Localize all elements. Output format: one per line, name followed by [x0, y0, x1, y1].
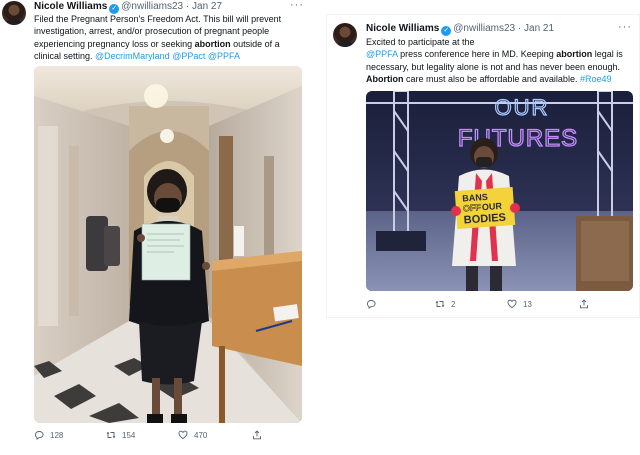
like-button[interactable]: 470 — [178, 430, 207, 440]
tweet-text: Filed the Pregnant Person's Freedom Act.… — [34, 13, 292, 62]
heart-icon — [178, 430, 188, 440]
hallway-photo-illustration — [34, 66, 302, 423]
neon-sign-line1: OUR — [495, 95, 550, 120]
more-options-icon[interactable]: ··· — [618, 21, 632, 33]
verified-badge-icon: ✓ — [441, 26, 452, 36]
tweet-actions: 2 13 — [366, 299, 633, 313]
author-name[interactable]: Nicole Williams — [366, 23, 439, 34]
like-count: 470 — [194, 430, 208, 440]
author-handle[interactable]: @nwilliams23 — [121, 1, 183, 12]
tweet-text-bold: abortion — [194, 38, 231, 49]
mention-link[interactable]: @PPFA — [366, 49, 398, 59]
mention-link[interactable]: @PPFA — [208, 51, 240, 61]
reply-button[interactable] — [366, 299, 376, 309]
share-icon — [580, 299, 588, 309]
more-options-icon[interactable]: ··· — [290, 0, 304, 11]
tweet-text-part: press conference here in MD. Keeping — [397, 49, 557, 60]
mention-link[interactable]: @DecrimMaryland — [95, 51, 170, 61]
tweet-text: Excited to participate at the @PPFA pres… — [366, 36, 631, 85]
press-conference-photo-illustration: OUR FUTURES BANS OFF OUR BODIES — [366, 91, 633, 291]
author-handle[interactable]: @nwilliams23 — [453, 23, 515, 34]
retweet-count: 154 — [122, 430, 136, 440]
retweet-button[interactable]: 154 — [106, 430, 135, 440]
retweet-icon — [106, 431, 116, 439]
tweet-header: Nicole Williams ✓ @nwilliams23 · Jan 21 — [366, 23, 554, 36]
retweet-icon — [435, 300, 445, 308]
mention-link[interactable]: @PPact — [172, 51, 205, 61]
hashtag-link[interactable]: #Roe49 — [580, 74, 612, 84]
avatar[interactable] — [333, 23, 357, 47]
like-count: 13 — [523, 299, 532, 309]
separator-dot: · — [517, 23, 522, 34]
separator-dot: · — [185, 1, 190, 12]
tweet-card[interactable]: Nicole Williams ✓ @nwilliams23 · Jan 27 ··… — [0, 0, 312, 455]
tweet-text-bold: Abortion — [366, 73, 404, 84]
avatar[interactable] — [2, 1, 26, 25]
tweet-card[interactable]: Nicole Williams ✓ @nwilliams23 · Jan 21 ··… — [326, 14, 640, 318]
heart-icon — [507, 299, 517, 309]
tweet-text-part: care must also be affordable and availab… — [403, 73, 580, 84]
tweet-text-bold: abortion — [556, 49, 593, 60]
retweet-button[interactable]: 2 — [435, 299, 455, 309]
reply-icon — [367, 300, 376, 309]
share-icon — [253, 430, 261, 440]
reply-icon — [35, 431, 44, 440]
placard-text-3: OUR — [482, 201, 503, 212]
retweet-count: 2 — [451, 299, 456, 309]
author-name[interactable]: Nicole Williams — [34, 1, 107, 12]
placard-text-2: OFF — [463, 202, 482, 213]
like-button[interactable]: 13 — [507, 299, 532, 309]
tweet-date[interactable]: Jan 27 — [192, 1, 222, 12]
tweet-photo[interactable]: OUR FUTURES BANS OFF OUR BODIES — [366, 91, 633, 291]
share-button[interactable] — [252, 430, 262, 440]
tweet-text-part: Excited to participate at the — [366, 37, 475, 47]
tweet-photo[interactable] — [34, 66, 302, 423]
reply-count: 128 — [50, 430, 64, 440]
reply-button[interactable]: 128 — [34, 430, 63, 440]
tweet-date[interactable]: Jan 21 — [524, 23, 554, 34]
share-button[interactable] — [579, 299, 589, 309]
tweet-actions: 128 154 470 — [34, 430, 302, 444]
